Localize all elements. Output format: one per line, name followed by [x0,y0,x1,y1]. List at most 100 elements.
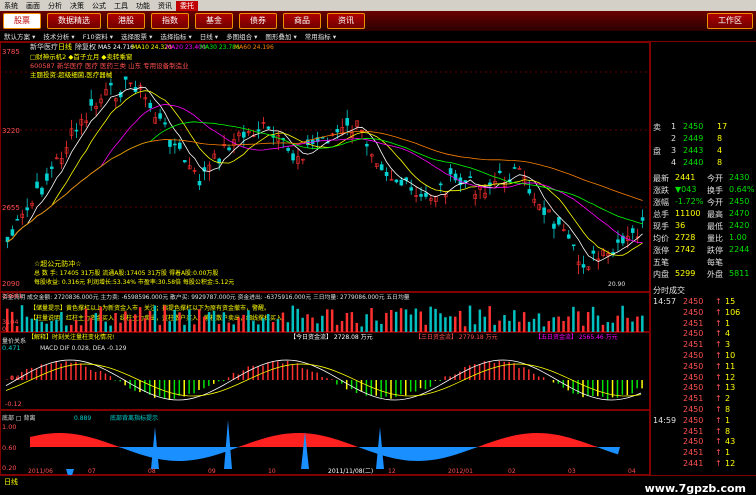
flow-3d: 【三日资金流】 2779.18 万元 [415,333,498,341]
volume-bar [503,315,506,332]
nav-tab-4[interactable]: 基金 [195,13,233,29]
workspace-button[interactable]: 工作区 [707,13,753,29]
candle-body [581,264,586,268]
chart-area[interactable]: 新华医疗 日线 除复权 MA5 24.716MA10 24.320MA20 23.40… [0,42,650,475]
trade-row: 2441 ↑ 12 [653,459,756,471]
y-tick-bottom-0: 1.00 [2,423,16,431]
stat-row: 现手 36 最低 2420 [653,221,756,233]
volume-bar [291,305,295,332]
nav-tab-2[interactable]: 港股 [107,13,145,29]
candle-body [266,126,271,129]
candle-body [242,131,246,138]
toolbar-item-4[interactable]: 选择指标 ▾ [156,31,195,41]
stat-row-cell: 跌停 [707,246,723,255]
low-price-label: 20.90 [608,281,625,288]
candle-body [384,171,389,176]
nav-tab-3[interactable]: 指数 [151,13,189,29]
volume-bar [631,321,634,332]
stat-row-cell: 五笔 [653,258,669,267]
bottom-value: 0.889 [74,415,91,422]
order-row-cell: 2449 [683,134,704,143]
volume-bar [94,313,98,332]
vol-label: 量价关系 [2,337,26,345]
volume-bar [360,326,363,332]
stat-row-cell: 2430 [729,173,750,182]
volume-bar [311,317,314,332]
trade-row-cell: 2441 [683,459,704,468]
candle-body [394,179,399,183]
toolbar-item-8[interactable]: 常用指标 ▾ [301,31,340,41]
order-row-cell: 4 [671,158,677,167]
stat-row-cell: ▼043 [675,185,697,194]
volume-bar [572,306,575,332]
stat-row: 五笔 每笔 [653,257,756,269]
toolbar-item-7[interactable]: 图形叠加 ▾ [261,31,300,41]
volume-bar [636,316,639,332]
toolbar-item-2[interactable]: F10资料 ▾ [79,31,117,41]
volume-bar [281,312,285,332]
stat-row: 涨停 2742 跌停 2244 [653,245,756,257]
stat-row-cell: 总手 [653,210,669,219]
nav-bar: 股票 数据精选 港股 指数 基金 债券 商品 资讯 工作区 [0,11,756,31]
y-tick-main-3: 2090 [2,280,20,288]
bottom-label: 底部 □ 背离 [2,414,35,422]
volume-bar [641,315,644,332]
volume-bar [419,311,423,332]
toolbar-item-0[interactable]: 默认方案 ▾ [0,31,39,41]
volume-bar [296,308,299,332]
toolbar-item-3[interactable]: 选择股票 ▾ [117,31,156,41]
volume-bar [188,309,191,332]
volume-bar [488,306,491,332]
nav-tab-6[interactable]: 商品 [283,13,321,29]
volume-bar [74,319,78,332]
stat-row-cell: 2728 [675,233,696,242]
candle-body [468,176,473,178]
volume-bar [567,316,570,332]
volume-bar [237,317,240,332]
toolbar-item-5[interactable]: 日线 ▾ [196,31,222,41]
volume-bar [79,325,83,332]
order-row-cell: 8 [717,158,723,167]
order-row-cell: 卖 [653,123,661,132]
menu-item-0[interactable]: 系统 [0,1,22,11]
volume-bar [591,306,595,332]
fund-line-2: 每股收益: 0.316元 利润增长:53.34% 市盈率:30.58倍 每股公积… [34,278,234,286]
period-label[interactable]: 日线 [0,477,22,487]
volume-bar [404,309,408,332]
menu-item-1[interactable]: 画面 [22,1,44,11]
menu-item-4[interactable]: 公式 [88,1,110,11]
trades-header: 分时成交 [653,285,756,297]
volume-bar [286,322,290,332]
fund-title: ☆超公元防冲☆ [34,259,82,268]
volume-bar [350,312,354,332]
volume-bar [355,322,359,332]
volume-bar [399,308,403,332]
volume-bar [109,325,112,332]
menu-item-5[interactable]: 工具 [110,1,132,11]
volume-bar [468,305,472,332]
nav-tab-5[interactable]: 债券 [239,13,277,29]
menu-item-3[interactable]: 决策 [66,1,88,11]
candle-body [591,250,596,254]
toolbar-item-1[interactable]: 技术分析 ▾ [39,31,78,41]
volume-bar [513,310,516,332]
stat-row: 最新 2441 今开 2430 [653,173,756,185]
nav-tab-1[interactable]: 数据精选 [47,13,101,29]
x-tick-7: 2012/01 [448,468,473,475]
menu-item-8[interactable]: 委托 [176,0,198,11]
x-tick-9: 03 [568,468,576,475]
volume-bar [104,321,107,332]
menu-item-6[interactable]: 功能 [132,1,154,11]
menu-item-7[interactable]: 资讯 [154,1,176,11]
volume-bar [50,320,53,332]
menu-item-2[interactable]: 分析 [44,1,66,11]
x-tick-6: 12 [388,468,396,475]
candle-body [35,181,39,189]
info-line-2: 600587 新华医疗 医疗 医药三类 山东 专用设备制造业 [30,61,189,70]
nav-tab-7[interactable]: 资讯 [327,13,365,29]
stat-row-cell: 2244 [729,245,750,254]
toolbar-item-6[interactable]: 多图组合 ▾ [222,31,261,41]
nav-tab-0[interactable]: 股票 [3,13,41,29]
volume-bar [20,305,24,332]
order-row-cell [653,134,671,146]
